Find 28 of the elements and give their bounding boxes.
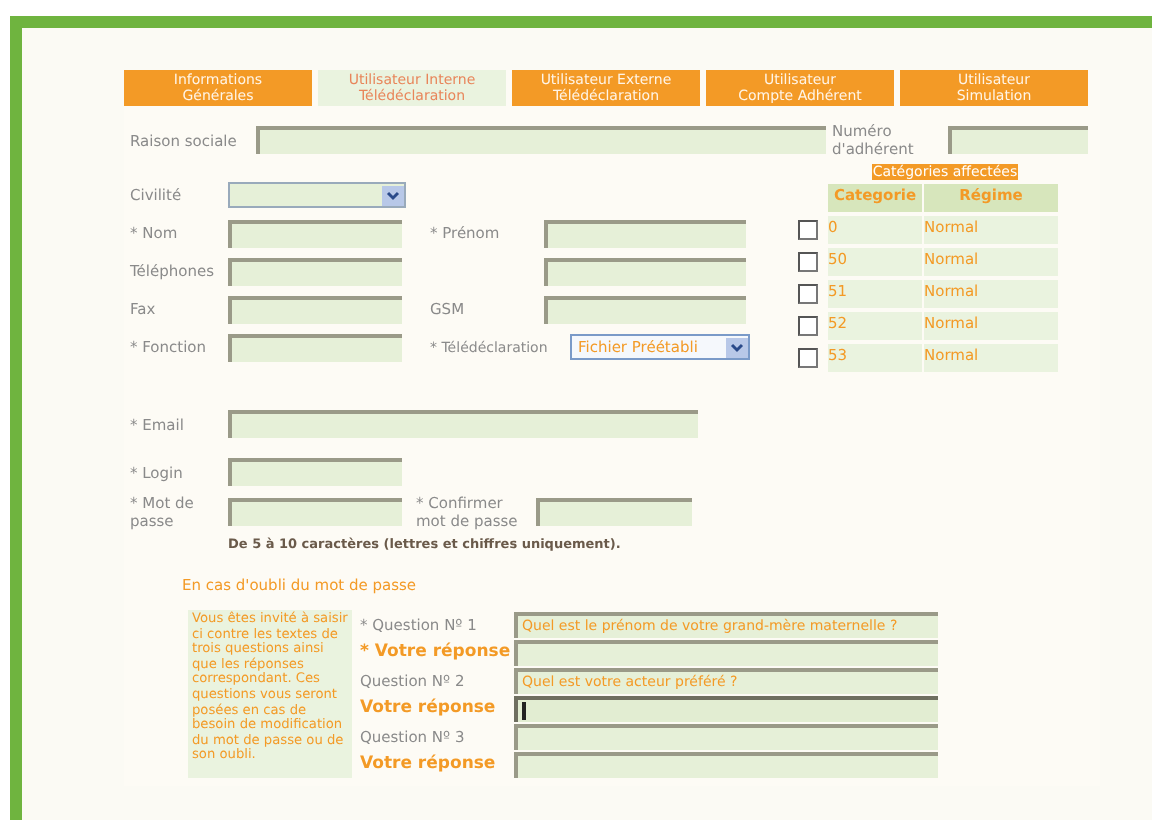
field-label: Votre réponse: [360, 698, 498, 718]
answer-field[interactable]: [514, 639, 938, 665]
checkbox[interactable]: [798, 316, 818, 336]
password-field[interactable]: [228, 498, 402, 526]
answer-field[interactable]: [514, 695, 938, 721]
text-field[interactable]: [228, 333, 402, 361]
dropdown-arrow-icon: [382, 185, 404, 205]
answer-field[interactable]: [514, 751, 938, 777]
confirm-password-field[interactable]: [536, 498, 692, 526]
dropdown-arrow-icon: [726, 337, 748, 357]
checkbox[interactable]: [798, 348, 818, 368]
text-field[interactable]: [544, 219, 746, 247]
text-field[interactable]: [544, 295, 746, 323]
numero-adherent-field[interactable]: [948, 126, 1088, 154]
civilite-select[interactable]: [228, 182, 406, 208]
text-field[interactable]: [544, 257, 746, 285]
text-field[interactable]: [228, 295, 402, 323]
email-field[interactable]: [228, 410, 698, 438]
field-label: * Votre réponse: [360, 642, 513, 662]
raison-sociale-field[interactable]: [256, 126, 826, 154]
checkbox[interactable]: [798, 284, 818, 304]
question-field[interactable]: [514, 723, 938, 749]
checkbox[interactable]: [798, 220, 818, 240]
checkbox[interactable]: [798, 252, 818, 272]
text-field[interactable]: [228, 257, 402, 285]
field-label: Votre réponse: [360, 754, 498, 774]
text-field[interactable]: [228, 219, 402, 247]
login-field[interactable]: [228, 458, 402, 486]
